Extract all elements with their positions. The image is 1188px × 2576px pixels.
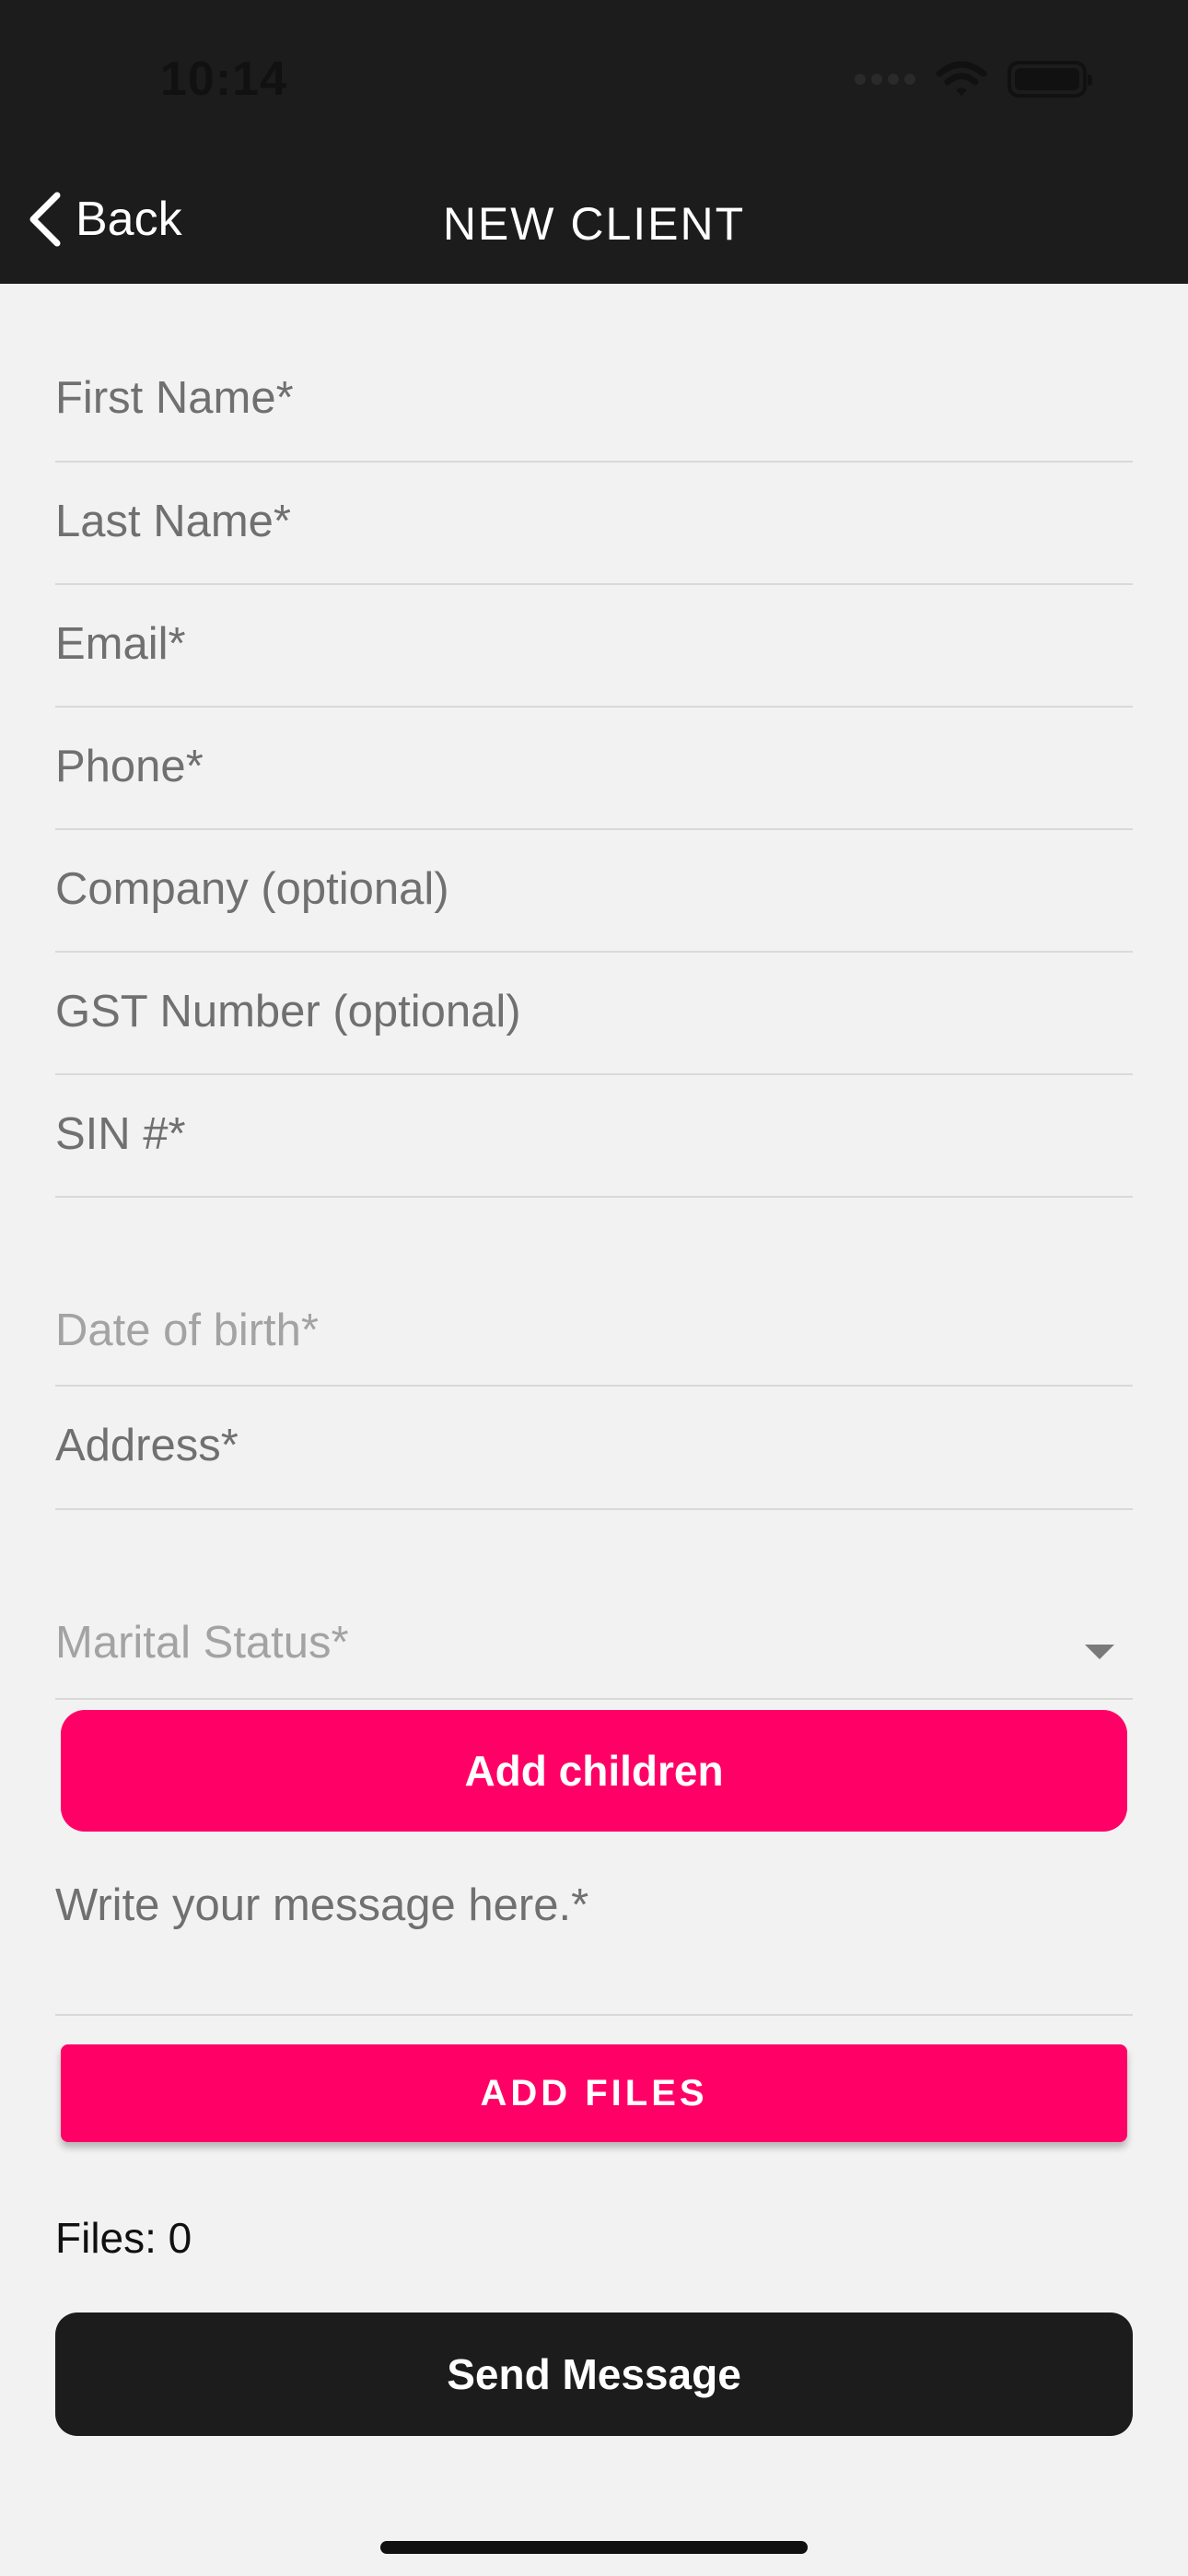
email-label: Email* — [55, 619, 186, 669]
caret-down-icon — [1085, 1645, 1114, 1659]
navigation-header: 10:14 Back NEW CLIENT — [0, 0, 1188, 284]
status-icons — [855, 61, 1092, 98]
send-message-button[interactable]: Send Message — [55, 2313, 1133, 2436]
email-field[interactable]: Email* — [55, 585, 1133, 708]
gst-number-label: GST Number (optional) — [55, 987, 521, 1036]
date-of-birth-label: Date of birth* — [55, 1306, 319, 1355]
phone-label: Phone* — [55, 742, 204, 791]
page-title: NEW CLIENT — [442, 198, 746, 250]
first-name-field[interactable]: First Name* — [55, 284, 1133, 463]
company-field[interactable]: Company (optional) — [55, 830, 1133, 953]
home-indicator — [380, 2541, 808, 2554]
sin-field[interactable]: SIN #* — [55, 1075, 1133, 1198]
add-files-button[interactable]: ADD FILES — [61, 2044, 1127, 2142]
phone-field[interactable]: Phone* — [55, 708, 1133, 830]
address-field[interactable]: Address* — [55, 1387, 1133, 1510]
company-label: Company (optional) — [55, 864, 449, 914]
message-label: Write your message here.* — [55, 1880, 589, 1930]
gst-number-field[interactable]: GST Number (optional) — [55, 953, 1133, 1075]
marital-status-label: Marital Status* — [55, 1618, 349, 1668]
cellular-signal-icon — [855, 74, 915, 85]
last-name-label: Last Name* — [55, 497, 292, 546]
add-children-button[interactable]: Add children — [61, 1710, 1127, 1832]
last-name-field[interactable]: Last Name* — [55, 463, 1133, 585]
address-label: Address* — [55, 1421, 239, 1470]
wifi-icon — [936, 61, 987, 98]
sin-label: SIN #* — [55, 1109, 186, 1159]
first-name-label: First Name* — [55, 373, 294, 423]
marital-status-select[interactable]: Marital Status* — [55, 1510, 1133, 1700]
battery-icon — [1007, 61, 1092, 98]
date-of-birth-field[interactable]: Date of birth* — [55, 1198, 1133, 1387]
message-field[interactable]: Write your message here.* — [55, 1832, 1133, 2016]
status-time: 10:14 — [160, 53, 287, 106]
files-count: Files: 0 — [55, 2214, 192, 2262]
